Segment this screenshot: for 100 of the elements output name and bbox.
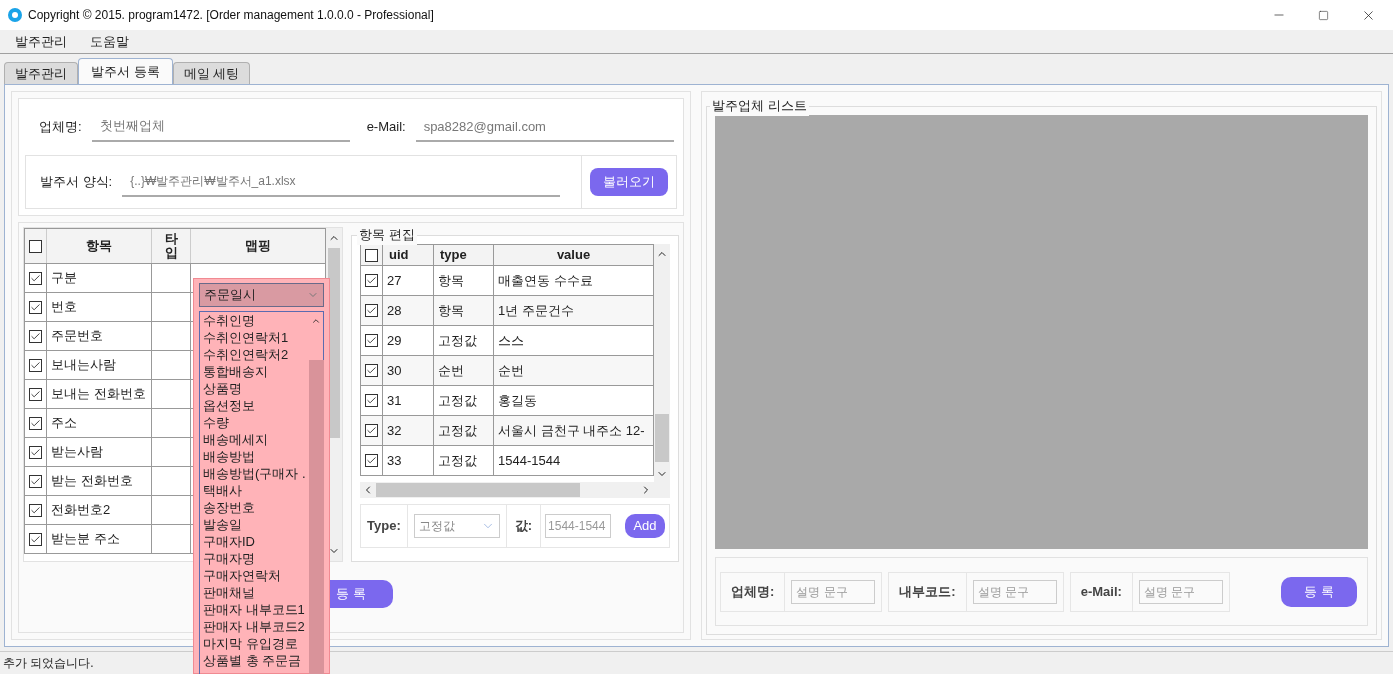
maximize-icon[interactable] [1318, 9, 1329, 21]
field-label: 값: [505, 505, 542, 547]
checkbox[interactable] [365, 334, 378, 347]
table-cell-text: 전화번호2 [51, 501, 111, 520]
table-cell-text: 스스 [498, 331, 524, 350]
table-cell-text: 번호 [51, 298, 77, 317]
table-cell-text: 32 [387, 421, 402, 440]
column-header: 타입 [164, 231, 178, 261]
dropdown-option[interactable]: 수취인명 [200, 312, 309, 329]
dropdown-option[interactable]: 상품명 [200, 380, 309, 397]
text-field[interactable]: 설명 문구 [791, 579, 876, 604]
dropdown-option[interactable]: 배송방법(구매자 . [200, 465, 309, 482]
field-label: e-Mail: [1070, 572, 1133, 611]
checkbox[interactable] [29, 387, 42, 401]
table-cell-text: 항목 [438, 271, 464, 290]
checkbox[interactable] [365, 454, 378, 467]
checkbox[interactable] [365, 274, 378, 287]
checkbox[interactable] [365, 424, 378, 437]
status-text: 추가 되었습니다. [3, 655, 94, 672]
field-label: 발주서 양식: [40, 173, 113, 192]
dropdown-option[interactable]: 배송메세지 [200, 431, 309, 448]
table-cell-text: 28 [387, 301, 402, 320]
table-cell-text: 33 [387, 451, 402, 470]
company-name-field[interactable]: 첫번째업체 [91, 112, 350, 142]
dropdown-option[interactable]: 구매자명 [200, 550, 309, 567]
checkbox[interactable] [365, 364, 378, 377]
checkbox[interactable] [29, 474, 42, 488]
table-cell-text: 29 [387, 331, 402, 350]
type-dropdown[interactable]: 고정값 [413, 514, 500, 538]
table-cell-text: 고정값 [438, 331, 477, 350]
dropdown-option[interactable]: 구매자ID [200, 533, 309, 550]
table-cell-text: 1544-1544 [498, 451, 561, 470]
field-label: 업체명: [39, 118, 82, 137]
column-header: 항목 [86, 237, 112, 256]
dropdown-option[interactable]: 수취인연락처2 [200, 346, 309, 363]
column-header: uid [389, 246, 409, 265]
table-cell-text: 고정값 [438, 451, 477, 470]
table-cell-text: 받는사람 [51, 443, 103, 462]
dropdown-option[interactable]: 배송방법 [200, 448, 309, 465]
checkbox[interactable] [365, 304, 378, 317]
tab[interactable]: 발주관리 [4, 62, 78, 84]
text-field[interactable]: 설명 문구 [972, 579, 1057, 604]
checkbox[interactable] [29, 300, 42, 314]
checkbox[interactable] [29, 503, 42, 517]
mapping-combobox[interactable]: 주문일시 [199, 283, 324, 307]
dropdown-option[interactable]: 수취인연락처1 [200, 329, 309, 346]
email-field[interactable]: spa8282@gmail.com [415, 112, 674, 142]
field-label: 업체명: [721, 572, 786, 611]
dropdown-option[interactable]: 판매채널 [200, 584, 309, 601]
table-cell-text: 고정값 [438, 421, 477, 440]
dropdown-option[interactable]: 발송일 [200, 516, 309, 533]
table-cell-text: 서울시 금천구 내주소 12- [498, 421, 645, 440]
table-cell-text: 보내는 전화번호 [51, 385, 146, 404]
app-icon [8, 8, 22, 22]
dropdown-option[interactable]: 마지막 유입경로 [200, 635, 309, 652]
table-cell-text: 30 [387, 361, 402, 380]
checkbox[interactable] [365, 248, 378, 262]
text-field[interactable]: 설명 문구 [1138, 579, 1223, 604]
value-field[interactable]: 1544-1544 [545, 514, 612, 538]
checkbox[interactable] [29, 416, 42, 430]
dropdown-option[interactable]: 통합배송지 [200, 363, 309, 380]
checkbox[interactable] [29, 445, 42, 459]
table-cell-text: 구분 [51, 269, 77, 288]
checkbox[interactable] [29, 271, 42, 285]
scroll-up-icon[interactable] [311, 316, 322, 326]
table-cell-text: 항목 [438, 301, 464, 320]
table-cell-text: 받는분 주소 [51, 530, 120, 549]
scroll-thumb[interactable] [376, 483, 580, 497]
register-button[interactable]: 등 록 [1281, 576, 1357, 607]
dropdown-option[interactable]: 구매자연락처 [200, 567, 309, 584]
table-cell-text: 주문번호 [51, 327, 103, 346]
checkbox[interactable] [29, 532, 42, 546]
checkbox[interactable] [365, 394, 378, 407]
menu-item[interactable]: 발주관리 [7, 31, 75, 52]
table-cell-text: 순번 [438, 361, 464, 380]
column-header: 맵핑 [245, 237, 271, 256]
checkbox[interactable] [29, 329, 42, 343]
dropdown-option[interactable]: 송장번호 [200, 499, 309, 516]
tab[interactable]: 발주서 등록 [78, 58, 173, 84]
table-cell-text: 받는 전화번호 [51, 472, 133, 491]
dropdown-option[interactable]: 상품별 총 주문금 [200, 652, 309, 669]
add-button[interactable]: Add [625, 514, 665, 538]
table-cell-text: 매출연동 수수료 [498, 271, 593, 290]
dropdown-option[interactable]: 택배사 [200, 482, 309, 499]
checkbox[interactable] [29, 358, 42, 372]
column-header: value [556, 246, 591, 265]
dropdown-option[interactable]: 판매자 내부코드1 [200, 601, 309, 618]
scroll-thumb[interactable] [655, 414, 669, 462]
dropdown-option[interactable]: 판매자 내부코드2 [200, 618, 309, 635]
menu-item[interactable]: 도움말 [82, 31, 137, 52]
column-header: type [440, 246, 467, 265]
dropdown-option[interactable]: 옵션정보 [200, 397, 309, 414]
table-cell-text: 27 [387, 271, 402, 290]
tab[interactable]: 메일 세팅 [172, 62, 251, 84]
dropdown-option[interactable]: 수량 [200, 414, 309, 431]
checkbox[interactable] [29, 239, 42, 253]
load-button[interactable]: 불러오기 [590, 168, 668, 196]
template-path-field[interactable]: {..}₩발주관리₩발주서_a1.xlsx [122, 167, 561, 197]
table-cell-text: 31 [387, 391, 402, 410]
field-label: e-Mail: [366, 118, 406, 137]
